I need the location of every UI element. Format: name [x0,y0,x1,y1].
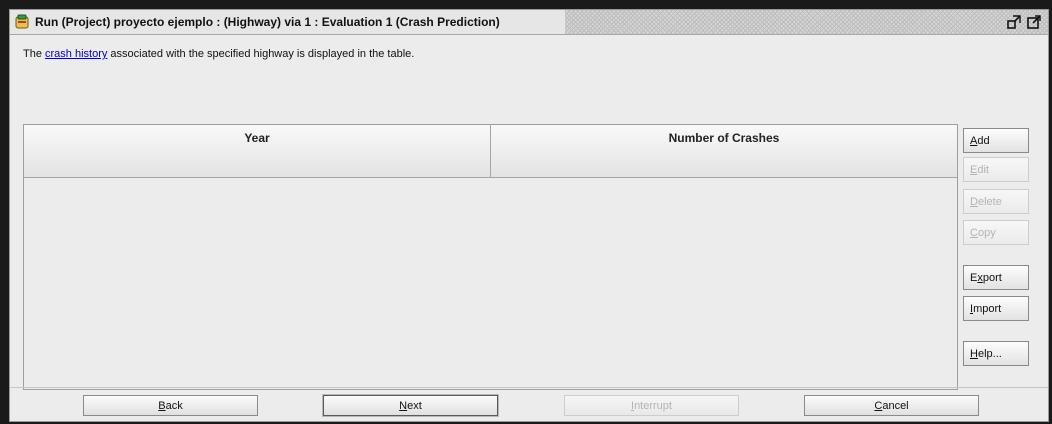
crash-history-link[interactable]: crash history [45,48,107,60]
restore-icon[interactable] [1005,13,1023,31]
column-header-crashes[interactable]: Number of Crashes [491,125,957,178]
table-header: Year Number of Crashes [24,125,957,178]
edit-button[interactable]: Edit [963,157,1029,182]
import-button[interactable]: Import [963,296,1029,321]
window-title: Run (Project) proyecto ejemplo : (Highwa… [35,15,500,29]
export-button[interactable]: Export [963,265,1029,290]
copy-button[interactable]: Copy [963,220,1029,245]
add-button[interactable]: Add [963,128,1029,153]
delete-button[interactable]: Delete [963,189,1029,214]
footer-divider [10,387,1048,388]
crash-table[interactable]: Year Number of Crashes [23,124,958,390]
back-button[interactable]: Back [83,395,258,416]
info-text: The crash history associated with the sp… [23,48,415,60]
interrupt-button[interactable]: Interrupt [564,395,739,416]
cancel-button[interactable]: Cancel [804,395,979,416]
help-button[interactable]: Help... [963,341,1029,366]
next-button[interactable]: Next [322,394,499,417]
maximize-icon[interactable] [1025,13,1043,31]
column-header-year[interactable]: Year [24,125,491,178]
app-icon [15,14,29,29]
dialog-window: Run (Project) proyecto ejemplo : (Highwa… [9,9,1049,422]
title-bar[interactable]: Run (Project) proyecto ejemplo : (Highwa… [10,10,1048,35]
